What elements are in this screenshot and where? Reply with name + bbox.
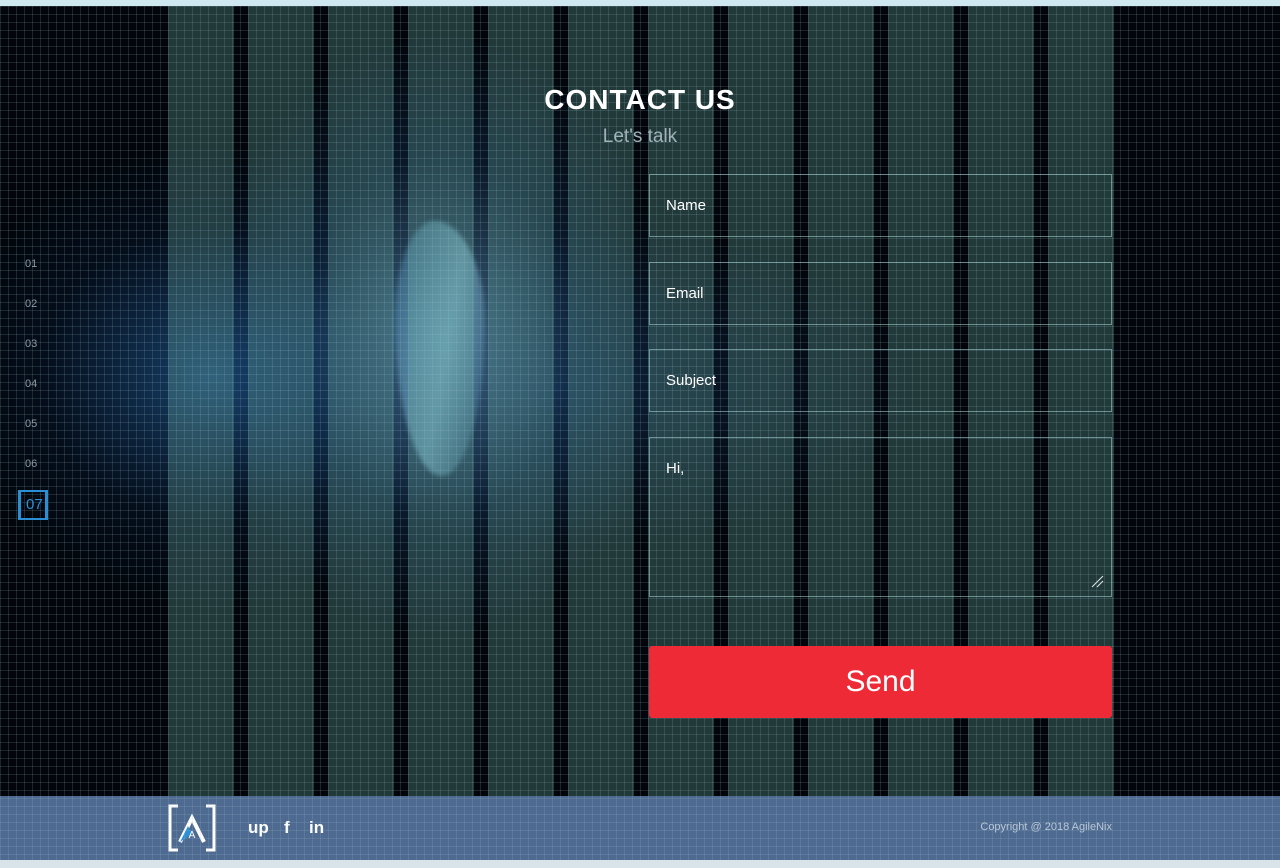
page-title: CONTACT US	[544, 84, 736, 115]
nav-item-02[interactable]: 02	[18, 296, 52, 336]
agilenix-logo-icon[interactable]: A	[168, 804, 216, 852]
email-input[interactable]	[649, 262, 1112, 325]
subject-input[interactable]	[649, 349, 1112, 412]
face-illustration	[395, 221, 485, 476]
bottom-strip	[0, 860, 1280, 868]
section-nav: 01 02 03 04 05 06 07	[18, 256, 52, 520]
nav-item-01[interactable]: 01	[18, 256, 52, 296]
nav-item-05[interactable]: 05	[18, 416, 52, 456]
upwork-icon[interactable]: up	[248, 818, 269, 838]
page-subtitle: Let's talk	[602, 126, 678, 147]
footer: A up f in Copyright @ 2018 AgileNix	[0, 796, 1280, 860]
send-button[interactable]: Send	[649, 646, 1112, 718]
nav-item-04[interactable]: 04	[18, 376, 52, 416]
copyright-text: Copyright @ 2018 AgileNix	[980, 821, 1112, 833]
logo-letter: A	[189, 830, 196, 841]
nav-item-03[interactable]: 03	[18, 336, 52, 376]
message-textarea[interactable]: Hi,	[649, 437, 1112, 597]
contact-page: 01 02 03 04 05 06 07 CONTACT US Let's ta…	[0, 0, 1280, 868]
name-input[interactable]	[649, 174, 1112, 237]
resize-grip-icon[interactable]	[1090, 574, 1104, 588]
nav-item-07-active[interactable]: 07	[18, 490, 48, 520]
facebook-icon[interactable]: f	[284, 818, 290, 838]
linkedin-icon[interactable]: in	[309, 818, 324, 838]
